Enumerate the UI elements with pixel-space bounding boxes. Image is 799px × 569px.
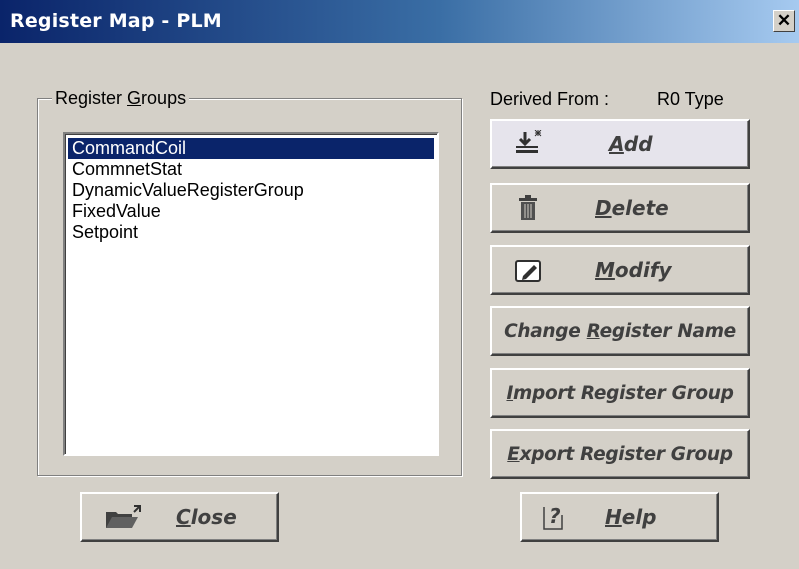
close-button[interactable]: Close <box>80 492 279 542</box>
modify-mnemonic: M <box>595 258 615 282</box>
close-window-button[interactable]: ✕ <box>773 10 795 32</box>
list-item[interactable]: FixedValue <box>68 201 434 222</box>
change-name-label: egister Name <box>599 320 737 342</box>
derived-from-label: Derived From : <box>490 89 610 109</box>
list-item[interactable]: CommnetStat <box>68 159 434 180</box>
list-item[interactable]: DynamicValueRegisterGroup <box>68 180 434 201</box>
list-item[interactable]: Setpoint <box>68 222 434 243</box>
import-label: mport Register Group <box>513 382 734 404</box>
derived-from-value: R0 Type <box>657 89 724 109</box>
help-label: elp <box>621 505 657 529</box>
delete-button[interactable]: Delete <box>490 183 750 233</box>
export-label: xport Register Group <box>519 443 733 465</box>
groupbox-label-mnemonic: G <box>127 88 142 108</box>
register-groups-label: Register Groups <box>52 88 190 109</box>
window-title: Register Map - PLM <box>10 10 222 32</box>
list-item[interactable]: CommandCoil <box>68 138 434 159</box>
help-icon: ? <box>543 504 563 530</box>
register-groups-list[interactable]: CommandCoil CommnetStat DynamicValueRegi… <box>63 132 439 456</box>
add-mnemonic: A <box>609 132 624 156</box>
close-icon: ✕ <box>776 11 792 30</box>
edit-icon <box>515 260 541 282</box>
add-register-icon <box>516 130 542 153</box>
help-button[interactable]: ? Help <box>520 492 719 542</box>
change-name-label: Change <box>504 320 587 342</box>
change-register-name-button[interactable]: Change Register Name <box>490 306 750 356</box>
add-label: dd <box>623 132 653 156</box>
delete-label: elete <box>611 196 669 220</box>
groupbox-label-part: Register <box>55 88 128 108</box>
export-mnemonic: E <box>507 443 520 465</box>
change-name-mnemonic: R <box>586 320 600 342</box>
close-mnemonic: C <box>176 505 191 529</box>
title-bar: Register Map - PLM ✕ <box>0 0 799 43</box>
modify-label: odify <box>614 258 672 282</box>
folder-icon <box>106 505 141 528</box>
import-register-group-button[interactable]: Import Register Group <box>490 368 750 418</box>
groupbox-label-part: roups <box>141 88 187 108</box>
close-label: lose <box>190 505 237 529</box>
add-button[interactable]: Add <box>490 119 750 169</box>
modify-button[interactable]: Modify <box>490 245 750 295</box>
svg-text:?: ? <box>549 504 561 528</box>
delete-mnemonic: D <box>595 196 612 220</box>
export-register-group-button[interactable]: Export Register Group <box>490 429 750 479</box>
trash-icon <box>519 195 537 220</box>
help-mnemonic: H <box>605 505 622 529</box>
